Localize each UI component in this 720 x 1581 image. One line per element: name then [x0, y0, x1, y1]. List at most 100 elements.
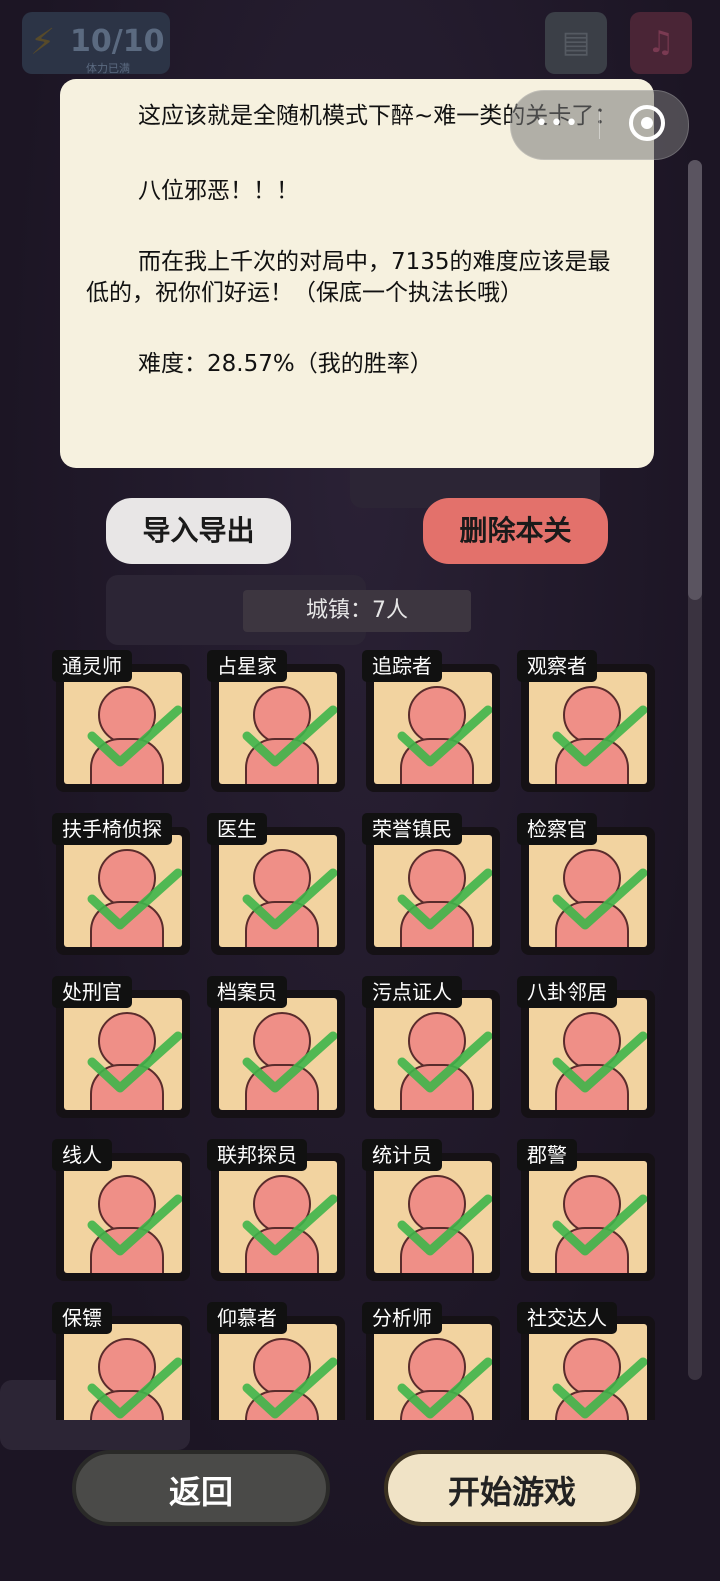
stamina-status: 体力已满 — [86, 62, 130, 75]
back-button[interactable]: 返回 — [72, 1450, 330, 1526]
description-line: 难度：28.57%（我的胜率） — [138, 351, 433, 377]
role-name: 通灵师 — [52, 650, 132, 682]
more-icon[interactable]: ••• — [535, 111, 580, 136]
role-tile[interactable]: 分析师 — [362, 1302, 500, 1420]
checkmark-icon — [242, 705, 337, 767]
role-tile[interactable]: 扶手椅侦探 — [52, 813, 190, 955]
checkmark-icon — [87, 705, 182, 767]
checkmark-icon — [87, 1031, 182, 1093]
role-portrait — [219, 1161, 337, 1273]
description-line: 而在我上千次的对局中，7135的难度应该是最低的，祝你们好运！（保底一个执法长哦… — [86, 249, 611, 306]
role-portrait — [219, 672, 337, 784]
checkmark-icon — [552, 1031, 647, 1093]
capsule-divider — [599, 111, 600, 139]
role-name: 医生 — [207, 813, 267, 845]
scrollbar[interactable] — [688, 160, 702, 1380]
music-button[interactable]: ♫ — [630, 12, 692, 74]
role-portrait — [374, 1161, 492, 1273]
role-tile[interactable]: 社交达人 — [517, 1302, 655, 1420]
checkmark-icon — [397, 1194, 492, 1256]
role-portrait — [64, 998, 182, 1110]
role-portrait — [529, 1324, 647, 1420]
scrollbar-thumb[interactable] — [688, 160, 702, 600]
role-name: 档案员 — [207, 976, 287, 1008]
role-portrait — [219, 835, 337, 947]
role-portrait — [374, 998, 492, 1110]
description-line: 八位邪恶！！！ — [138, 178, 299, 204]
role-tile[interactable]: 通灵师 — [52, 650, 190, 792]
role-name: 保镖 — [52, 1302, 112, 1334]
role-tile[interactable]: 医生 — [207, 813, 345, 955]
music-icon: ♫ — [647, 25, 675, 60]
role-tile[interactable]: 仰慕者 — [207, 1302, 345, 1420]
role-name: 八卦邻居 — [517, 976, 617, 1008]
checkmark-icon — [552, 705, 647, 767]
checkmark-icon — [397, 1031, 492, 1093]
role-name: 联邦探员 — [207, 1139, 307, 1171]
role-portrait — [374, 672, 492, 784]
role-name: 处刑官 — [52, 976, 132, 1008]
start-game-button[interactable]: 开始游戏 — [384, 1450, 640, 1526]
role-name: 污点证人 — [362, 976, 462, 1008]
checkmark-icon — [87, 1357, 182, 1419]
role-tile[interactable]: 保镖 — [52, 1302, 190, 1420]
role-portrait — [529, 672, 647, 784]
role-portrait — [374, 1324, 492, 1420]
role-name: 仰慕者 — [207, 1302, 287, 1334]
role-portrait — [64, 1161, 182, 1273]
role-tile[interactable]: 处刑官 — [52, 976, 190, 1118]
role-portrait — [219, 998, 337, 1110]
role-name: 分析师 — [362, 1302, 442, 1334]
role-name: 社交达人 — [517, 1302, 617, 1334]
role-tile[interactable]: 观察者 — [517, 650, 655, 792]
checkmark-icon — [242, 1194, 337, 1256]
role-name: 线人 — [52, 1139, 112, 1171]
role-name: 追踪者 — [362, 650, 442, 682]
import-export-button[interactable]: 导入导出 — [106, 498, 291, 564]
role-tile[interactable]: 联邦探员 — [207, 1139, 345, 1281]
checkmark-icon — [552, 868, 647, 930]
role-tile[interactable]: 线人 — [52, 1139, 190, 1281]
role-tile[interactable]: 污点证人 — [362, 976, 500, 1118]
document-button[interactable]: ▤ — [545, 12, 607, 74]
stamina-indicator: ⚡ 10/10 体力已满 — [22, 12, 170, 75]
role-tile[interactable]: 郡警 — [517, 1139, 655, 1281]
lightning-icon: ⚡ — [30, 22, 56, 63]
checkmark-icon — [397, 1357, 492, 1419]
role-portrait — [374, 835, 492, 947]
checkmark-icon — [87, 868, 182, 930]
role-portrait — [529, 1161, 647, 1273]
role-portrait — [529, 835, 647, 947]
role-tile[interactable]: 占星家 — [207, 650, 345, 792]
role-name: 观察者 — [517, 650, 597, 682]
checkmark-icon — [242, 1031, 337, 1093]
role-name: 占星家 — [207, 650, 287, 682]
delete-level-button[interactable]: 删除本关 — [423, 498, 608, 564]
miniprogram-capsule[interactable]: ••• — [510, 90, 689, 160]
role-tile[interactable]: 档案员 — [207, 976, 345, 1118]
role-name: 荣誉镇民 — [362, 813, 462, 845]
role-portrait — [64, 1324, 182, 1420]
role-name: 检察官 — [517, 813, 597, 845]
checkmark-icon — [87, 1194, 182, 1256]
role-tile[interactable]: 荣誉镇民 — [362, 813, 500, 955]
role-portrait — [219, 1324, 337, 1420]
stamina-value: 10/10 — [70, 24, 165, 59]
role-tile[interactable]: 追踪者 — [362, 650, 500, 792]
role-grid: 通灵师 占星家 追踪者 观察者扶手椅侦探 医生 荣誉镇民 检察官处刑官 档案员 污点证人 八卦邻居… — [52, 650, 662, 1420]
role-portrait — [64, 835, 182, 947]
document-icon: ▤ — [561, 25, 591, 60]
role-tile[interactable]: 检察官 — [517, 813, 655, 955]
checkmark-icon — [242, 868, 337, 930]
close-miniprogram-icon[interactable] — [629, 105, 665, 141]
role-tile[interactable]: 统计员 — [362, 1139, 500, 1281]
role-name: 扶手椅侦探 — [52, 813, 172, 845]
role-tile[interactable]: 八卦邻居 — [517, 976, 655, 1118]
role-portrait — [64, 672, 182, 784]
checkmark-icon — [552, 1357, 647, 1419]
role-name: 郡警 — [517, 1139, 577, 1171]
town-count-label: 城镇：7人 — [243, 590, 471, 632]
role-name: 统计员 — [362, 1139, 442, 1171]
checkmark-icon — [552, 1194, 647, 1256]
role-portrait — [529, 998, 647, 1110]
